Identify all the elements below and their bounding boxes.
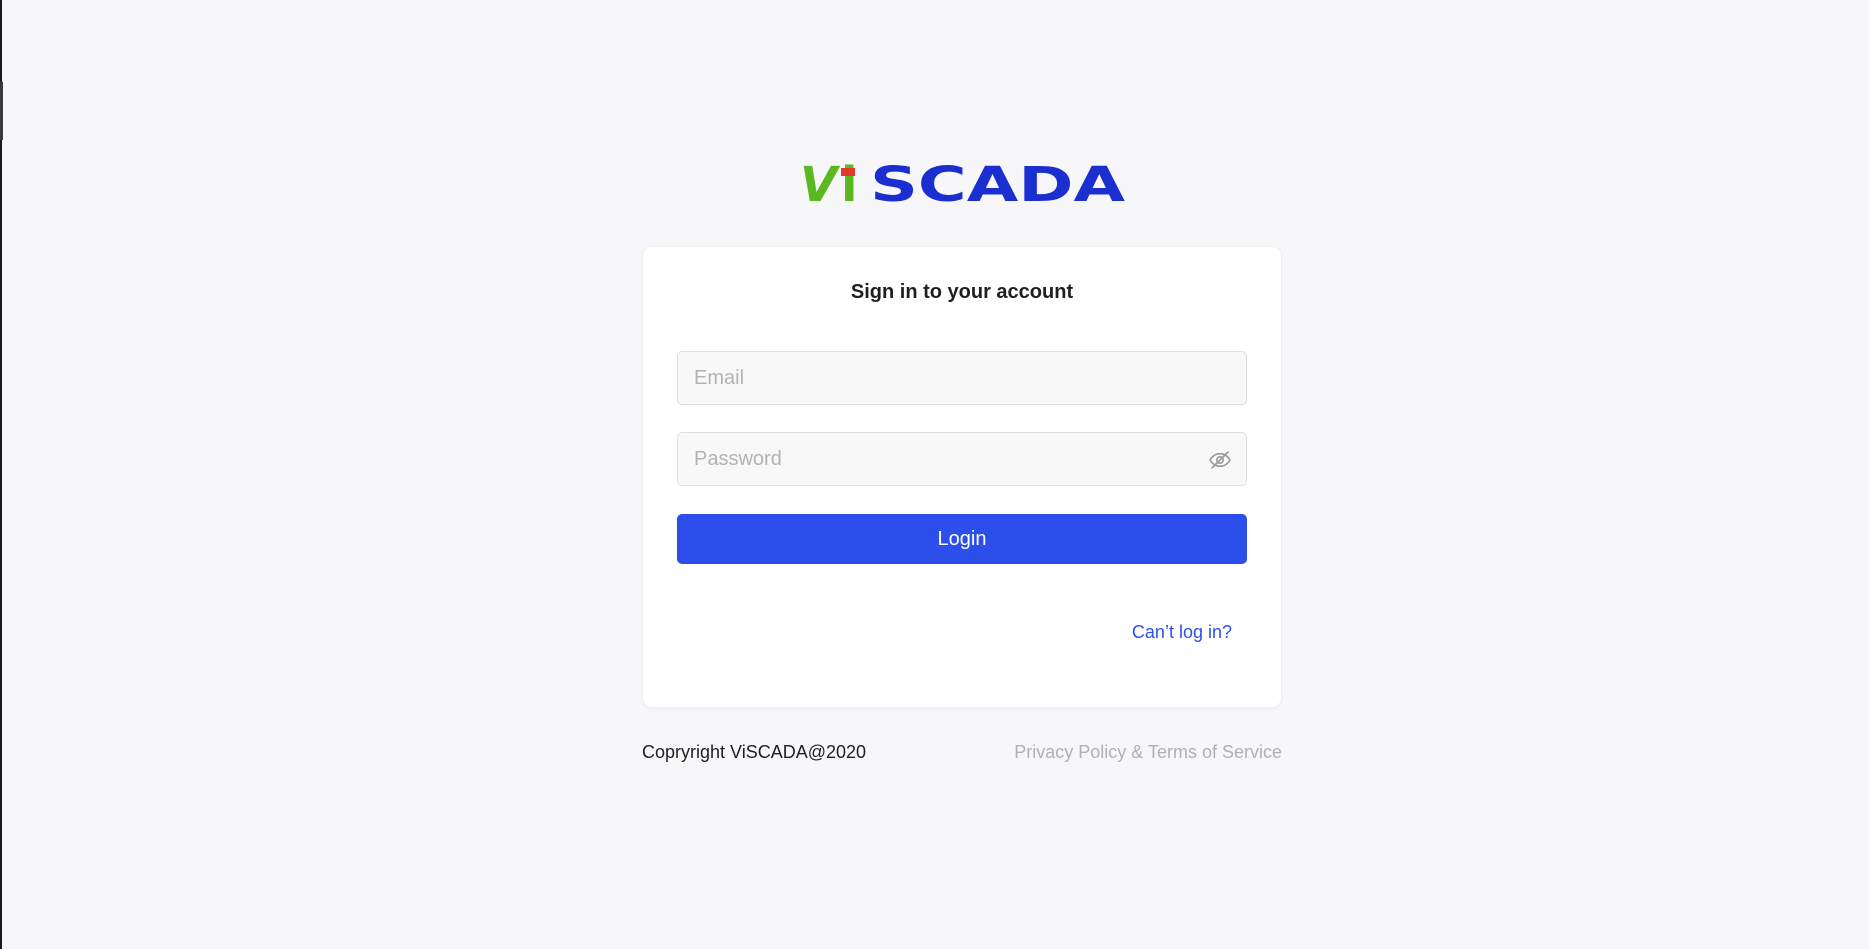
password-field-wrapper: [677, 432, 1247, 486]
eye-off-icon[interactable]: [1208, 448, 1232, 472]
window-edge-handle: [0, 82, 3, 140]
logo-letter-i: i: [841, 160, 857, 205]
login-card: Sign in to your account Login Can’t log …: [642, 246, 1282, 708]
email-field-wrapper: [677, 351, 1247, 405]
viscada-logo: V i SCADA: [800, 160, 1125, 205]
cant-login-link[interactable]: Can’t log in?: [1132, 622, 1232, 643]
logo-letter-v: V: [800, 160, 841, 205]
copyright-text: Copryright ViSCADA@2020: [642, 742, 867, 762]
window-edge: [0, 0, 2, 949]
logo-i-dot: [841, 168, 855, 176]
logo-wordmark: SCADA: [870, 160, 1125, 205]
login-button[interactable]: Login: [677, 514, 1247, 564]
email-field[interactable]: [678, 352, 1246, 404]
privacy-terms-link[interactable]: Privacy Policy & Terms of Service: [1006, 742, 1282, 763]
page-title: Sign in to your account: [850, 281, 1074, 303]
password-field[interactable]: [678, 433, 1246, 485]
